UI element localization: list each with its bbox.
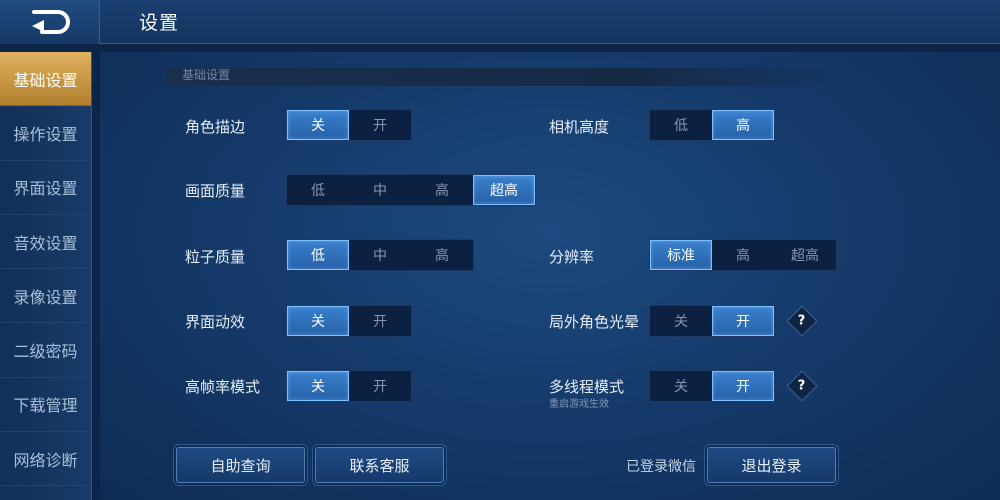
high-fps-off[interactable]: 关 (287, 371, 349, 401)
multithread-toggle: 关 开 (649, 370, 775, 402)
high-fps-toggle: 关 开 (286, 370, 412, 402)
character-outline-label: 角色描边 (185, 118, 246, 136)
section-header: 基础设置 (166, 68, 846, 86)
sidebar-item-replay[interactable]: 录像设置 (0, 269, 91, 324)
sidebar-item-controls[interactable]: 操作设置 (0, 106, 91, 161)
outgame-halo-label: 局外角色光晕 (549, 313, 640, 331)
resolution-high[interactable]: 高 (712, 240, 774, 270)
particle-quality-label: 粒子质量 (185, 248, 246, 266)
question-mark-icon: ? (798, 313, 806, 329)
sidebar-item-interface[interactable]: 界面设置 (0, 161, 91, 215)
particle-quality-high[interactable]: 高 (411, 240, 473, 270)
character-outline-on[interactable]: 开 (349, 110, 411, 140)
sidebar-item-secondary-password[interactable]: 二级密码 (0, 323, 91, 378)
graphics-quality-medium[interactable]: 中 (349, 175, 411, 205)
multithread-help-icon[interactable]: ? (786, 370, 818, 402)
camera-height-high[interactable]: 高 (712, 110, 774, 140)
sidebar-item-downloads[interactable]: 下载管理 (0, 378, 91, 433)
logout-button[interactable]: 退出登录 (707, 447, 836, 483)
outgame-halo-toggle: 关 开 (649, 305, 775, 337)
self-service-button[interactable]: 自助查询 (176, 447, 305, 483)
resolution-ultra[interactable]: 超高 (774, 240, 836, 270)
outgame-halo-off[interactable]: 关 (650, 306, 712, 336)
ui-animation-toggle: 关 开 (286, 305, 412, 337)
graphics-quality-label: 画面质量 (185, 182, 246, 200)
high-fps-label: 高帧率模式 (185, 378, 261, 396)
graphics-quality-selector: 低 中 高 超高 (286, 174, 536, 206)
sidebar-item-audio[interactable]: 音效设置 (0, 215, 91, 270)
settings-panel: 基础设置 角色描边 关 开 相机高度 低 高 画面质量 低 中 高 超高 粒子质… (100, 52, 1000, 500)
character-outline-off[interactable]: 关 (287, 110, 349, 140)
wechat-login-status: 已登录微信 (626, 459, 696, 475)
particle-quality-low[interactable]: 低 (287, 240, 349, 270)
question-mark-icon: ? (798, 378, 806, 394)
camera-height-label: 相机高度 (549, 118, 610, 136)
contact-support-button[interactable]: 联系客服 (315, 447, 444, 483)
sidebar-item-basic[interactable]: 基础设置 (0, 52, 91, 107)
sidebar: 基础设置 操作设置 界面设置 音效设置 录像设置 二级密码 下载管理 网络诊断 (0, 52, 92, 500)
outgame-halo-on[interactable]: 开 (712, 306, 774, 336)
character-outline-toggle: 关 开 (286, 109, 412, 141)
back-button[interactable] (0, 0, 100, 44)
high-fps-on[interactable]: 开 (349, 371, 411, 401)
ui-animation-on[interactable]: 开 (349, 306, 411, 336)
camera-height-toggle: 低 高 (649, 109, 775, 141)
graphics-quality-low[interactable]: 低 (287, 175, 349, 205)
multithread-on[interactable]: 开 (712, 371, 774, 401)
multithread-label: 多线程模式 (549, 378, 625, 396)
multithread-sublabel: 重启游戏生效 (549, 399, 609, 410)
resolution-selector: 标准 高 超高 (649, 239, 837, 271)
ui-animation-off[interactable]: 关 (287, 306, 349, 336)
resolution-standard[interactable]: 标准 (650, 240, 712, 270)
graphics-quality-ultra[interactable]: 超高 (473, 175, 535, 205)
particle-quality-selector: 低 中 高 (286, 239, 474, 271)
resolution-label: 分辨率 (549, 248, 595, 266)
back-arrow-icon (31, 10, 70, 34)
page-title: 设置 (139, 12, 180, 34)
outgame-halo-help-icon[interactable]: ? (786, 305, 818, 337)
camera-height-low[interactable]: 低 (650, 110, 712, 140)
top-bar: 设置 (0, 0, 1000, 44)
graphics-quality-high[interactable]: 高 (411, 175, 473, 205)
multithread-off[interactable]: 关 (650, 371, 712, 401)
ui-animation-label: 界面动效 (185, 313, 246, 331)
particle-quality-medium[interactable]: 中 (349, 240, 411, 270)
sidebar-item-network[interactable]: 网络诊断 (0, 432, 91, 487)
